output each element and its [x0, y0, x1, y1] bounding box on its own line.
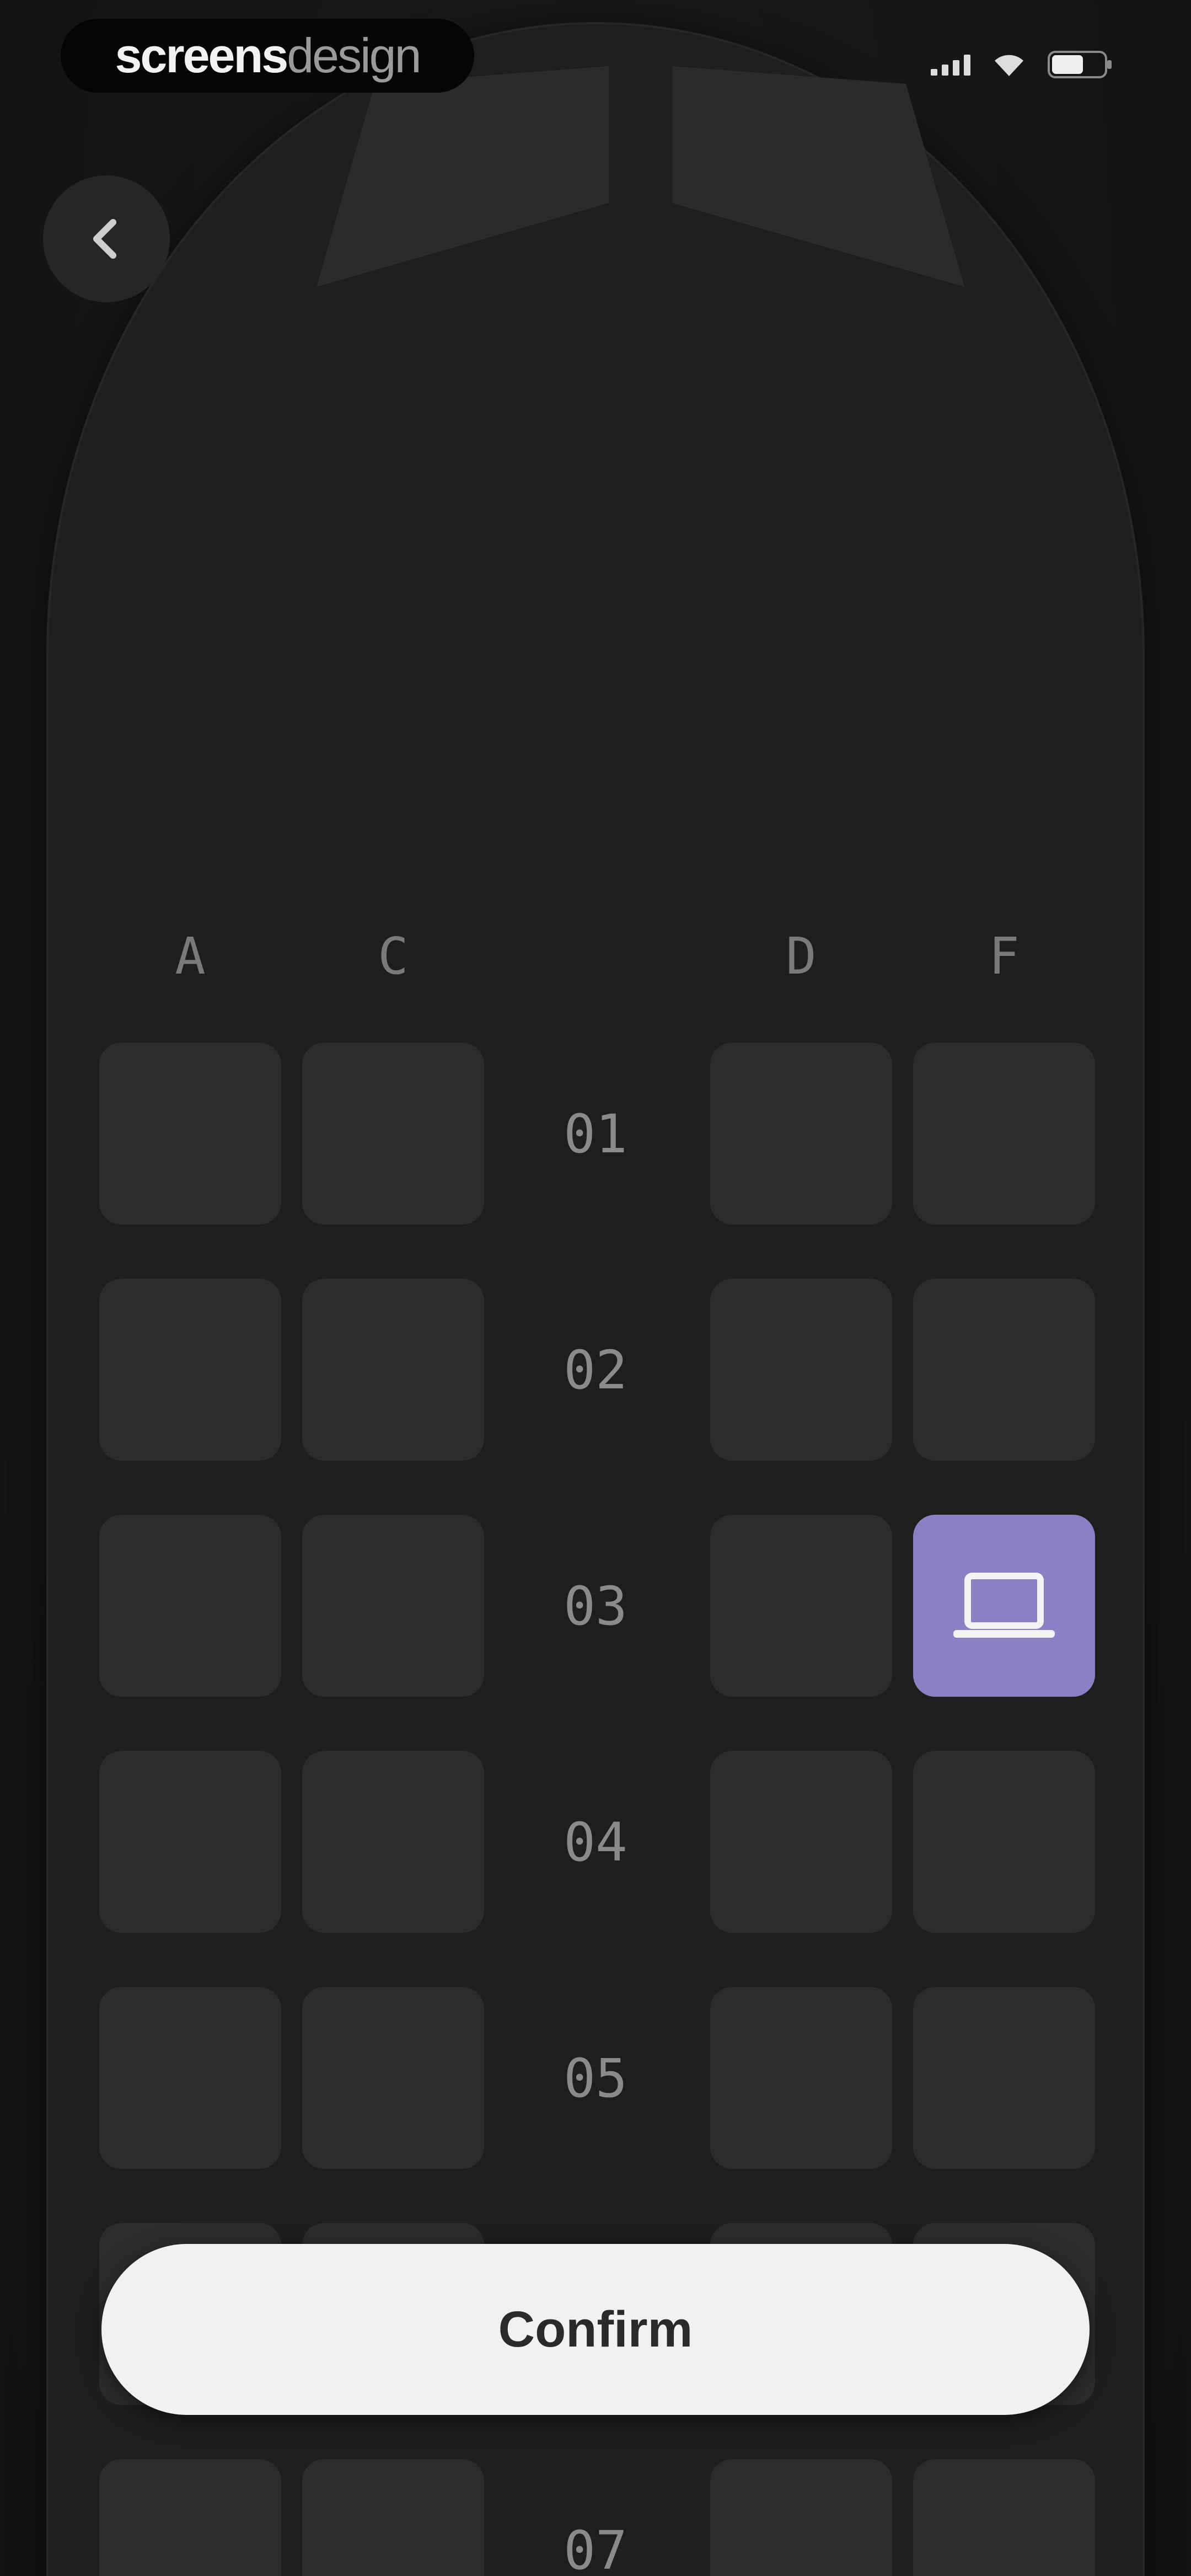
back-button[interactable]	[43, 175, 170, 302]
seat-01a[interactable]	[99, 1043, 281, 1225]
wifi-icon	[993, 52, 1026, 77]
column-header-a: A	[175, 927, 206, 986]
row-label-03: 03	[564, 1575, 627, 1637]
seat-03d[interactable]	[710, 1515, 892, 1697]
confirm-button[interactable]: Confirm	[101, 2244, 1090, 2415]
seat-07c[interactable]	[302, 2459, 484, 2576]
seat-04c[interactable]	[302, 1751, 484, 1933]
laptop-icon	[953, 1573, 1055, 1638]
seat-05c[interactable]	[302, 1987, 484, 2169]
status-icons	[931, 50, 1114, 79]
seat-03c[interactable]	[302, 1515, 484, 1697]
battery-icon	[1048, 50, 1114, 79]
seat-selection-screen: screens design A C D F 01 02 03 04 05 07…	[0, 0, 1191, 2576]
seat-04a[interactable]	[99, 1751, 281, 1933]
seat-05f[interactable]	[913, 1987, 1095, 2169]
row-label-02: 02	[564, 1339, 627, 1401]
column-header-f: F	[989, 927, 1020, 986]
brand-text-light: design	[287, 28, 421, 83]
seat-02c[interactable]	[302, 1279, 484, 1461]
seat-01f[interactable]	[913, 1043, 1095, 1225]
brand-watermark: screens design	[61, 19, 474, 93]
seat-04f[interactable]	[913, 1751, 1095, 1933]
seat-05a[interactable]	[99, 1987, 281, 2169]
seat-07f[interactable]	[913, 2459, 1095, 2576]
row-label-07: 07	[564, 2520, 627, 2576]
chevron-left-icon	[93, 219, 116, 259]
column-header-d: D	[786, 927, 817, 986]
confirm-label: Confirm	[498, 2301, 693, 2358]
status-bar: screens design	[0, 0, 1191, 110]
row-label-01: 01	[564, 1103, 627, 1165]
column-header-c: C	[378, 927, 409, 986]
seat-02d[interactable]	[710, 1279, 892, 1461]
row-label-05: 05	[564, 2048, 627, 2109]
seat-03a[interactable]	[99, 1515, 281, 1697]
seat-01d[interactable]	[710, 1043, 892, 1225]
row-label-04: 04	[564, 1811, 627, 1873]
seat-04d[interactable]	[710, 1751, 892, 1933]
seat-07a[interactable]	[99, 2459, 281, 2576]
signal-icon	[931, 54, 970, 76]
seat-07d[interactable]	[710, 2459, 892, 2576]
seat-01c[interactable]	[302, 1043, 484, 1225]
seat-03f[interactable]	[913, 1515, 1095, 1697]
seat-05d[interactable]	[710, 1987, 892, 2169]
seat-02f[interactable]	[913, 1279, 1095, 1461]
brand-text-strong: screens	[115, 28, 288, 83]
seat-02a[interactable]	[99, 1279, 281, 1461]
